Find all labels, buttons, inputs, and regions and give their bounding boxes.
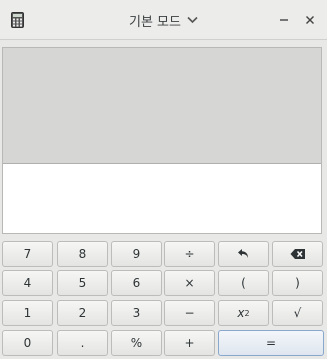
window-title: 기본 모드 xyxy=(129,14,181,30)
key-0[interactable]: 0 xyxy=(2,330,53,356)
close-button[interactable] xyxy=(301,11,319,29)
key-1[interactable]: 1 xyxy=(2,300,53,326)
key-sqrt[interactable]: √ xyxy=(272,300,323,326)
key-decimal[interactable]: . xyxy=(57,330,108,356)
key-4[interactable]: 4 xyxy=(2,270,53,296)
key-open-paren[interactable]: ( xyxy=(218,270,269,296)
history-panel xyxy=(3,48,321,164)
key-6[interactable]: 6 xyxy=(111,270,162,296)
minimize-icon xyxy=(280,19,288,21)
undo-button[interactable] xyxy=(218,241,269,267)
key-8[interactable]: 8 xyxy=(57,241,108,267)
key-percent[interactable]: % xyxy=(111,330,162,356)
minimize-button[interactable] xyxy=(275,11,293,29)
key-close-paren[interactable]: ) xyxy=(272,270,323,296)
title-bar: 기본 모드 xyxy=(0,0,327,40)
key-3[interactable]: 3 xyxy=(111,300,162,326)
key-equals[interactable]: = xyxy=(218,330,324,356)
square-exponent: 2 xyxy=(244,308,250,318)
key-5[interactable]: 5 xyxy=(57,270,108,296)
entry-field[interactable] xyxy=(3,164,321,233)
key-2[interactable]: 2 xyxy=(57,300,108,326)
key-divide[interactable]: ÷ xyxy=(164,241,215,267)
key-7[interactable]: 7 xyxy=(2,241,53,267)
backspace-button[interactable] xyxy=(272,241,323,267)
calculator-display xyxy=(2,47,322,234)
key-square[interactable]: x2 xyxy=(218,300,269,326)
square-base: x xyxy=(237,306,245,320)
chevron-down-icon xyxy=(187,16,198,24)
key-subtract[interactable]: − xyxy=(164,300,215,326)
close-icon xyxy=(306,16,314,24)
key-add[interactable]: + xyxy=(164,330,215,356)
undo-icon xyxy=(237,249,248,258)
key-9[interactable]: 9 xyxy=(111,241,162,267)
backspace-icon xyxy=(290,249,305,259)
key-multiply[interactable]: × xyxy=(164,270,215,296)
